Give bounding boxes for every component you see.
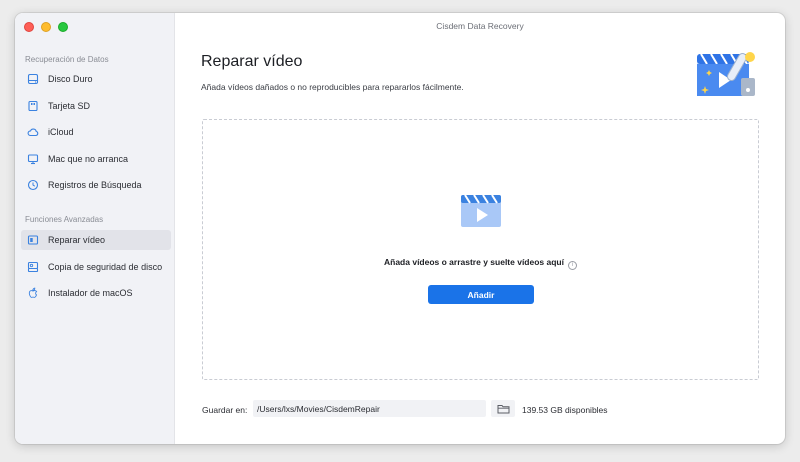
sidebar-item-label: Mac que no arranca xyxy=(48,154,129,164)
video-repair-icon xyxy=(27,234,39,246)
video-repair-illustration-icon xyxy=(697,52,755,96)
sidebar-item-video-repair[interactable]: Reparar vídeo xyxy=(21,230,171,250)
sidebar-item-unbootable-mac[interactable]: Mac que no arranca xyxy=(21,149,171,169)
window-title: Cisdem Data Recovery xyxy=(436,21,524,31)
section-title-advanced: Funciones Avanzadas xyxy=(25,215,104,224)
folder-icon xyxy=(497,404,509,413)
page-subtitle: Añada vídeos dañados o no reproducibles … xyxy=(201,82,464,92)
disk-free-space: 139.53 GB disponibles xyxy=(522,405,608,415)
section-title-recovery: Recuperación de Datos xyxy=(25,55,109,64)
disk-backup-icon xyxy=(27,261,39,273)
drop-instructions-text: Añada vídeos o arrastre y suelte vídeos … xyxy=(384,257,564,267)
sidebar-item-label: Disco Duro xyxy=(48,74,93,84)
sidebar-item-scan-history[interactable]: Registros de Búsqueda xyxy=(21,175,171,195)
sidebar-item-label: Copia de seguridad de disco xyxy=(48,262,163,272)
page-title: Reparar vídeo xyxy=(201,53,303,70)
drop-instructions: Añada vídeos o arrastre y suelte vídeos … xyxy=(203,257,758,270)
main-panel: Cisdem Data Recovery Reparar vídeo Añada… xyxy=(175,13,785,444)
add-video-button[interactable]: Añadir xyxy=(428,285,534,304)
sd-card-icon xyxy=(27,100,39,112)
sidebar-item-label: Reparar vídeo xyxy=(48,235,106,245)
sidebar-item-icloud[interactable]: iCloud xyxy=(21,122,171,142)
window-controls xyxy=(24,22,68,32)
video-file-icon xyxy=(461,194,501,227)
hard-drive-icon xyxy=(27,73,39,85)
save-location-label: Guardar en: xyxy=(202,405,248,415)
monitor-icon xyxy=(27,153,39,165)
zoom-window-button[interactable] xyxy=(58,22,68,32)
sidebar-item-sd-card[interactable]: Tarjeta SD xyxy=(21,96,171,116)
sidebar-item-label: Instalador de macOS xyxy=(48,288,133,298)
sidebar-item-label: Tarjeta SD xyxy=(48,101,91,111)
close-window-button[interactable] xyxy=(24,22,34,32)
sidebar-item-macos-installer[interactable]: Instalador de macOS xyxy=(21,283,171,303)
browse-folder-button[interactable] xyxy=(491,400,515,417)
info-icon[interactable]: i xyxy=(568,261,577,270)
sidebar-item-label: iCloud xyxy=(48,127,74,137)
apple-icon xyxy=(27,287,39,299)
sidebar-item-hard-drive[interactable]: Disco Duro xyxy=(21,69,171,89)
sidebar: Recuperación de Datos Disco Duro Tarjeta… xyxy=(15,13,175,444)
sidebar-item-label: Registros de Búsqueda xyxy=(48,180,142,190)
minimize-window-button[interactable] xyxy=(41,22,51,32)
clock-icon xyxy=(27,179,39,191)
sidebar-item-disk-backup[interactable]: Copia de seguridad de disco xyxy=(21,257,171,277)
save-path-field[interactable] xyxy=(253,400,486,417)
video-drop-zone[interactable]: Añada vídeos o arrastre y suelte vídeos … xyxy=(202,119,759,380)
cloud-icon xyxy=(27,126,39,138)
app-window: Recuperación de Datos Disco Duro Tarjeta… xyxy=(15,13,785,444)
